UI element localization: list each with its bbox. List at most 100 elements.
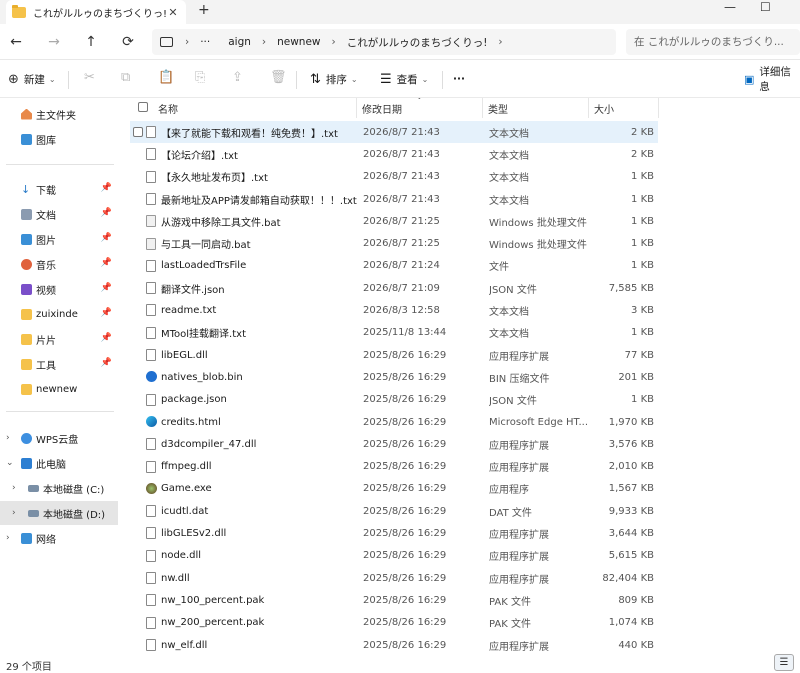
tab-current-folder[interactable]: これがルルゥのまちづくりっ! ✕ <box>6 0 186 24</box>
sidebar-item-videos[interactable]: 视频 📌 <box>0 277 118 301</box>
sidebar-item-newnew[interactable]: newnew <box>0 377 118 401</box>
back-button[interactable]: ← <box>7 33 25 51</box>
chevron-down-icon[interactable]: ⌄ <box>6 458 14 468</box>
sidebar-item-zuixinde[interactable]: zuixinde 📌 <box>0 302 118 326</box>
file-row[interactable]: nw_100_percent.pak 2025/8/26 16:29 PAK 文件 8… <box>130 589 658 611</box>
file-row[interactable]: nw.dll 2025/8/26 16:29 应用程序扩展 82,404 KB <box>130 567 658 589</box>
maximize-button[interactable]: ☐ <box>760 0 771 14</box>
sidebar-item-wps-cloud[interactable]: › WPS云盘 <box>0 426 118 450</box>
file-row[interactable]: Game.exe 2025/8/26 16:29 应用程序 1,567 KB <box>130 478 658 500</box>
breadcrumb-ellipsis[interactable]: ··· <box>200 36 210 48</box>
file-row[interactable]: nw_200_percent.pak 2025/8/26 16:29 PAK 文件 1… <box>130 612 658 634</box>
up-button[interactable]: ↑ <box>82 33 100 51</box>
breadcrumb-aign[interactable]: aign <box>228 36 251 48</box>
pin-icon[interactable]: 📌 <box>101 233 112 243</box>
chevron-right-icon[interactable]: › <box>262 36 266 48</box>
breadcrumb-current[interactable]: これがルルゥのまちづくりっ! <box>347 35 488 50</box>
file-row[interactable]: libGLESv2.dll 2025/8/26 16:29 应用程序扩展 3,644 … <box>130 522 658 544</box>
pin-icon[interactable]: 📌 <box>101 258 112 268</box>
refresh-button[interactable]: ⟳ <box>119 33 137 51</box>
paste-icon[interactable]: 📋 <box>158 70 174 85</box>
pin-icon[interactable]: 📌 <box>101 183 112 193</box>
sidebar-item-tools[interactable]: 工具 📌 <box>0 352 118 376</box>
new-button[interactable]: ⊕ 新建 ⌄ <box>8 70 56 88</box>
file-row[interactable]: natives_blob.bin 2025/8/26 16:29 BIN 压缩文件 2… <box>130 366 658 388</box>
column-divider[interactable] <box>482 98 483 118</box>
file-row[interactable]: lastLoadedTrsFile 2026/8/7 21:24 文件 1 KB <box>130 255 658 277</box>
pin-icon[interactable]: 📌 <box>101 208 112 218</box>
sidebar-item-drive-d[interactable]: › 本地磁盘 (D:) <box>0 501 118 525</box>
address-bar[interactable]: › ··· aign › newnew › これがルルゥのまちづくりっ! › <box>152 29 616 55</box>
details-pane-button[interactable]: ▣ 详细信息 <box>744 66 800 93</box>
chevron-right-icon[interactable]: › <box>185 36 189 48</box>
file-row[interactable]: nw_elf.dll 2025/8/26 16:29 应用程序扩展 440 KB <box>130 634 658 653</box>
chevron-right-icon[interactable]: › <box>12 483 16 493</box>
chevron-right-icon[interactable]: › <box>6 433 10 443</box>
chevron-right-icon[interactable]: › <box>332 36 336 48</box>
chevron-right-icon[interactable]: › <box>498 36 502 48</box>
file-row[interactable]: readme.txt 2026/8/3 12:58 文本文档 3 KB <box>130 299 658 321</box>
file-row[interactable]: 【论坛介绍】.txt 2026/8/7 21:43 文本文档 2 KB <box>130 143 658 165</box>
column-divider[interactable] <box>588 98 589 118</box>
file-row[interactable]: MTool挂载翻译.txt 2025/11/8 13:44 文本文档 1 KB <box>130 322 658 344</box>
sidebar-item-drive-c[interactable]: › 本地磁盘 (C:) <box>0 476 118 500</box>
file-row[interactable]: ffmpeg.dll 2025/8/26 16:29 应用程序扩展 2,010 KB <box>130 456 658 478</box>
row-checkbox[interactable] <box>133 127 143 137</box>
file-row[interactable]: 翻译文件.json 2026/8/7 21:09 JSON 文件 7,585 KB <box>130 277 658 299</box>
dll-file-icon <box>146 527 156 540</box>
chevron-right-icon[interactable]: › <box>12 508 16 518</box>
sidebar-item-downloads[interactable]: ↓ 下载 📌 <box>0 177 118 201</box>
forward-button[interactable]: → <box>45 33 63 51</box>
column-date[interactable]: 修改日期 <box>362 101 402 116</box>
sidebar-item-gallery[interactable]: 图库 <box>0 127 118 151</box>
column-name[interactable]: 名称 <box>158 101 178 116</box>
sidebar-item-home[interactable]: 主文件夹 <box>0 102 118 126</box>
sort-button[interactable]: ⇅ 排序 ⌄ <box>310 70 358 88</box>
share-icon[interactable]: ⇪ <box>232 70 243 85</box>
view-button[interactable]: ☰ 查看 ⌄ <box>380 70 428 88</box>
file-row[interactable]: package.json 2025/8/26 16:29 JSON 文件 1 KB <box>130 389 658 411</box>
details-view-toggle[interactable]: ☰ <box>774 654 794 671</box>
sidebar-item-pianpian[interactable]: 片片 📌 <box>0 327 118 351</box>
file-row[interactable]: credits.html 2025/8/26 16:29 Microsoft Edg… <box>130 411 658 433</box>
file-row[interactable]: 【来了就能下载和观看！纯免费！】.txt 2026/8/7 21:43 文本文档 2 … <box>130 121 658 144</box>
sidebar-item-music[interactable]: 音乐 📌 <box>0 252 118 276</box>
file-row[interactable]: 最新地址及APP请发邮箱自动获取！！！.txt 2026/8/7 21:43 文本文… <box>130 188 658 210</box>
search-input[interactable]: 在 これがルルゥのまちづくり... <box>626 29 800 55</box>
column-divider[interactable] <box>356 98 357 118</box>
file-row[interactable]: d3dcompiler_47.dll 2025/8/26 16:29 应用程序扩展 3… <box>130 433 658 455</box>
file-row[interactable]: libEGL.dll 2025/8/26 16:29 应用程序扩展 77 KB <box>130 344 658 366</box>
delete-icon[interactable]: 🗑 <box>270 70 287 85</box>
copy-icon[interactable]: ⧉ <box>121 70 130 85</box>
file-row[interactable]: 从游戏中移除工具文件.bat 2026/8/7 21:25 Windows 批处理文… <box>130 210 658 232</box>
sidebar-item-this-pc[interactable]: ⌄ 此电脑 <box>0 451 118 475</box>
minimize-button[interactable]: — <box>724 0 736 14</box>
select-all-checkbox[interactable] <box>138 102 148 112</box>
file-date: 2025/8/26 16:29 <box>363 461 447 473</box>
column-type[interactable]: 类型 <box>488 101 508 116</box>
file-date: 2025/8/26 16:29 <box>363 594 447 606</box>
file-size: 2 KB <box>631 148 654 160</box>
new-tab-button[interactable]: + <box>198 2 210 18</box>
file-row[interactable]: icudtl.dat 2025/8/26 16:29 DAT 文件 9,933 KB <box>130 500 658 522</box>
pin-icon[interactable]: 📌 <box>101 283 112 293</box>
file-row[interactable]: node.dll 2025/8/26 16:29 应用程序扩展 5,615 KB <box>130 545 658 567</box>
pin-icon[interactable]: 📌 <box>101 333 112 343</box>
breadcrumb-newnew[interactable]: newnew <box>277 36 320 48</box>
pin-icon[interactable]: 📌 <box>101 358 112 368</box>
close-tab-icon[interactable]: ✕ <box>166 6 180 19</box>
cut-icon[interactable]: ✂ <box>84 70 95 85</box>
file-row[interactable]: 与工具一同启动.bat 2026/8/7 21:25 Windows 批处理文件 1 … <box>130 233 658 255</box>
file-row[interactable]: 【永久地址发布页】.txt 2026/8/7 21:43 文本文档 1 KB <box>130 166 658 188</box>
sidebar-item-label: 本地磁盘 (C:) <box>43 484 105 496</box>
bin-file-icon <box>146 371 157 383</box>
column-size[interactable]: 大小 <box>594 101 614 116</box>
chevron-right-icon[interactable]: › <box>6 533 10 543</box>
more-options-button[interactable]: ··· <box>453 70 465 88</box>
pin-icon[interactable]: 📌 <box>101 308 112 318</box>
sidebar-item-documents[interactable]: 文档 📌 <box>0 202 118 226</box>
sidebar-item-pictures[interactable]: 图片 📌 <box>0 227 118 251</box>
column-divider[interactable] <box>658 98 659 118</box>
sidebar-item-network[interactable]: › 网络 <box>0 526 118 550</box>
rename-icon[interactable]: ⎘ <box>195 70 205 85</box>
